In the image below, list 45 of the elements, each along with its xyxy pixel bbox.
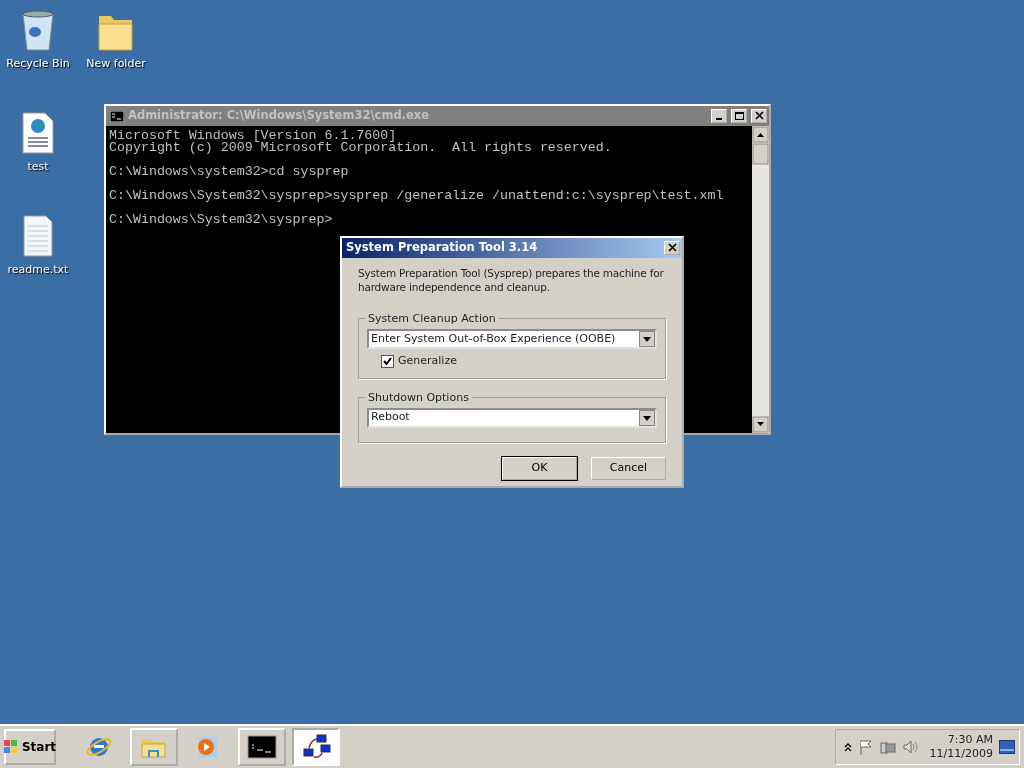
minimize-button[interactable] [711, 109, 727, 123]
console-line: Copyright (c) 2009 Microsoft Corporation. All rights reserved. [109, 142, 613, 154]
dropdown-value: Enter System Out-of-Box Experience (OOBE) [371, 330, 616, 347]
windows-logo-icon [3, 740, 18, 754]
networked-computers-icon [301, 733, 331, 761]
start-button[interactable]: Start [4, 729, 56, 765]
window-title: Administrator: C:\Windows\System32\cmd.exe [128, 107, 430, 125]
icon-label[interactable]: Recycle Bin [6, 56, 70, 73]
cancel-button[interactable]: Cancel [591, 456, 666, 480]
checkbox[interactable] [381, 354, 394, 368]
minimize-icon [716, 118, 722, 120]
dropdown-value: Reboot [371, 409, 410, 426]
close-button[interactable] [664, 241, 680, 255]
clock-date[interactable]: 11/11/2009 [929, 747, 993, 761]
clock-time[interactable]: 7:30 AM [947, 733, 993, 747]
close-icon [753, 111, 765, 121]
dropdown[interactable]: Enter System Out-of-Box Experience (OOBE) [367, 329, 657, 349]
maximize-button[interactable] [731, 109, 747, 123]
icon-label[interactable]: readme.txt [7, 262, 69, 279]
maximize-icon [733, 111, 745, 121]
console-line: C:\Windows\System32\sysprep> [109, 214, 334, 226]
console-line: C:\Windows\system32>cd sysprep [109, 166, 350, 178]
console-line: C:\Windows\System32\sysprep>sysprep /generalize /unattend:c:\sysprep\test.xml [109, 190, 725, 202]
console-icon [110, 110, 124, 122]
scroll-up-button[interactable] [752, 126, 769, 143]
description-text: System Preparation Tool (Sysprep) prepares the machine for hardware independence and cleanup. [358, 266, 665, 294]
taskbar-button[interactable] [292, 728, 340, 766]
show-desktop-icon[interactable] [999, 740, 1015, 754]
network-icon[interactable] [879, 739, 896, 755]
close-icon [666, 243, 678, 253]
scroll-thumb[interactable] [752, 143, 769, 165]
flag-icon[interactable] [857, 739, 874, 755]
scroll-down-button[interactable] [752, 416, 769, 433]
checkbox-label: Generalize [398, 353, 457, 369]
dropdown[interactable]: Reboot [367, 407, 657, 428]
icon-label[interactable]: test [27, 159, 49, 176]
icon-label[interactable]: New folder [86, 56, 146, 73]
ok-button[interactable]: OK [502, 456, 577, 480]
taskbar-button[interactable] [238, 728, 286, 766]
chevron-icon[interactable] [843, 742, 852, 752]
close-button[interactable] [751, 109, 767, 123]
speaker-icon[interactable] [901, 739, 918, 755]
console-line: Microsoft Windows [Version 6.1.7600] [109, 130, 397, 142]
dialog-title: System Preparation Tool 3.14 [346, 239, 539, 257]
console-icon [247, 733, 277, 761]
